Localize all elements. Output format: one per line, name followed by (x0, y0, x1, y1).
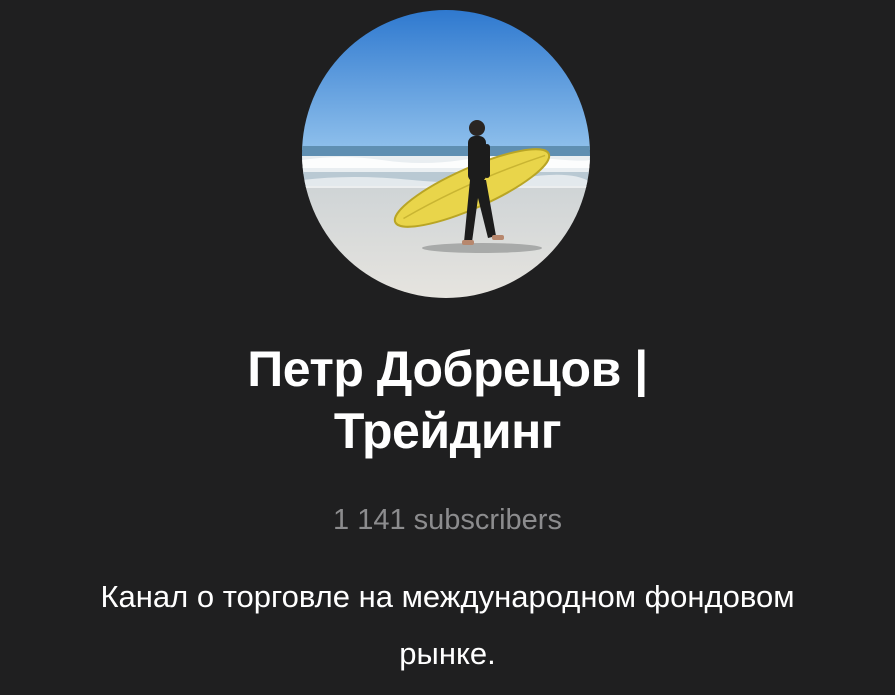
channel-description-line-1: Канал о торговле на международном фондов… (100, 579, 795, 614)
surfer-photo-icon (302, 10, 590, 298)
channel-description: Канал о торговле на международном фондов… (0, 568, 895, 682)
channel-avatar[interactable] (302, 10, 590, 298)
channel-info-card: Петр Добрецов | Трейдинг 1 141 subscribe… (0, 0, 895, 695)
channel-title: Петр Добрецов | Трейдинг (0, 338, 895, 462)
channel-description-line-2: рынке. (399, 636, 496, 671)
subscriber-count: 1 141 subscribers (333, 504, 562, 536)
channel-title-line-1: Петр Добрецов | (247, 341, 648, 397)
channel-title-line-2: Трейдинг (333, 403, 562, 459)
